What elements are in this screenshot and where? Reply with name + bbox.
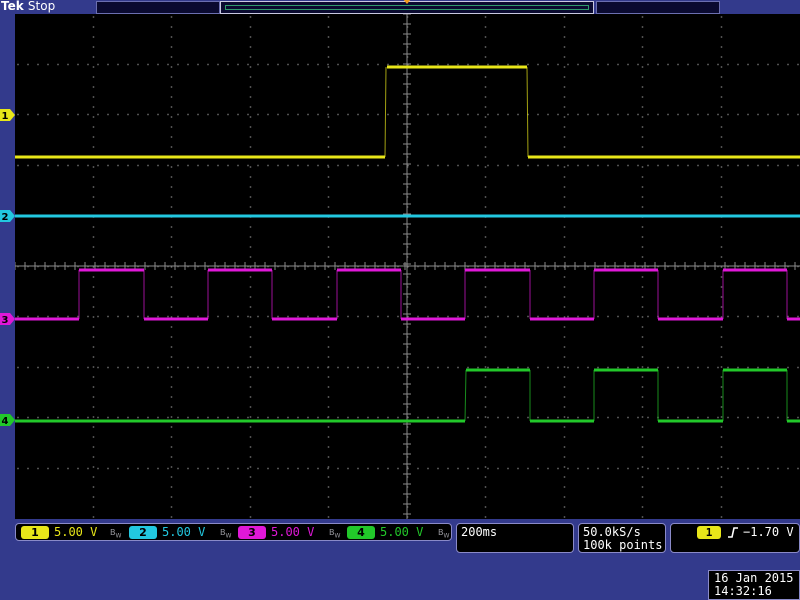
rising-edge-icon bbox=[728, 527, 738, 538]
ch3-trace bbox=[15, 268, 800, 321]
bw-limit-icon: BW bbox=[438, 528, 450, 540]
ch3-badge-label: 3 bbox=[248, 526, 256, 539]
record-length: 100k points bbox=[583, 538, 663, 552]
bw-limit-icon: BW bbox=[110, 528, 122, 540]
ch2-badge[interactable]: 2 bbox=[129, 526, 157, 539]
ch1-ground-marker[interactable]: 1 bbox=[0, 109, 15, 121]
ch2-scale[interactable]: 5.00 V bbox=[162, 525, 205, 540]
trigger-source-badge: 1 bbox=[697, 526, 721, 539]
top-left-readout bbox=[96, 1, 220, 14]
ch1-badge-label: 1 bbox=[31, 526, 39, 539]
time: 14:32:16 bbox=[714, 584, 772, 598]
ch4-badge-label: 4 bbox=[357, 526, 365, 539]
ch1-badge[interactable]: 1 bbox=[21, 526, 49, 539]
ch3-ground-marker[interactable]: 3 bbox=[0, 313, 15, 325]
waveform-display[interactable] bbox=[15, 14, 800, 519]
ch1-scale[interactable]: 5.00 V bbox=[54, 525, 97, 540]
horizontal-scale-readout[interactable]: 200ms bbox=[456, 523, 574, 553]
waveforms bbox=[15, 65, 800, 423]
ch4-trace bbox=[15, 368, 800, 423]
record-view-window[interactable] bbox=[225, 5, 589, 10]
ch3-marker-label: 3 bbox=[2, 315, 9, 325]
top-right-readout bbox=[596, 1, 720, 14]
horizontal-scale: 200ms bbox=[461, 525, 498, 539]
ch4-ground-marker[interactable]: 4 bbox=[0, 414, 15, 426]
date-time-readout: 16 Jan 2015 14:32:16 bbox=[708, 570, 800, 600]
acquisition-state: Stop bbox=[27, 0, 56, 13]
ch2-badge-label: 2 bbox=[139, 526, 147, 539]
ch1-trace bbox=[15, 65, 800, 159]
ch4-scale[interactable]: 5.00 V bbox=[380, 525, 423, 540]
brand-state: Tek Stop bbox=[1, 0, 55, 13]
ch2-ground-marker[interactable]: 2 bbox=[0, 210, 15, 222]
trigger-readout[interactable]: 1 −1.70 V bbox=[670, 523, 800, 553]
top-status-bar: Tek Stop bbox=[0, 0, 800, 14]
trigger-position-marker[interactable] bbox=[402, 0, 412, 4]
trigger-level: −1.70 V bbox=[743, 525, 794, 539]
ch2-marker-label: 2 bbox=[2, 212, 9, 222]
acquisition-readout[interactable]: 50.0kS/s 100k points bbox=[578, 523, 666, 553]
ch3-scale[interactable]: 5.00 V bbox=[271, 525, 314, 540]
ch4-marker-label: 4 bbox=[2, 416, 9, 426]
ch3-badge[interactable]: 3 bbox=[238, 526, 266, 539]
bw-limit-icon: BW bbox=[220, 528, 232, 540]
bw-limit-icon: BW bbox=[329, 528, 341, 540]
trigger-source: 1 bbox=[705, 526, 713, 539]
ch4-badge[interactable]: 4 bbox=[347, 526, 375, 539]
channel-scale-bar: 1 5.00 V BW 2 5.00 V BW 3 5.00 V BW 4 5.… bbox=[15, 523, 452, 541]
ch1-marker-label: 1 bbox=[2, 111, 9, 121]
brand-label: Tek bbox=[1, 0, 24, 13]
